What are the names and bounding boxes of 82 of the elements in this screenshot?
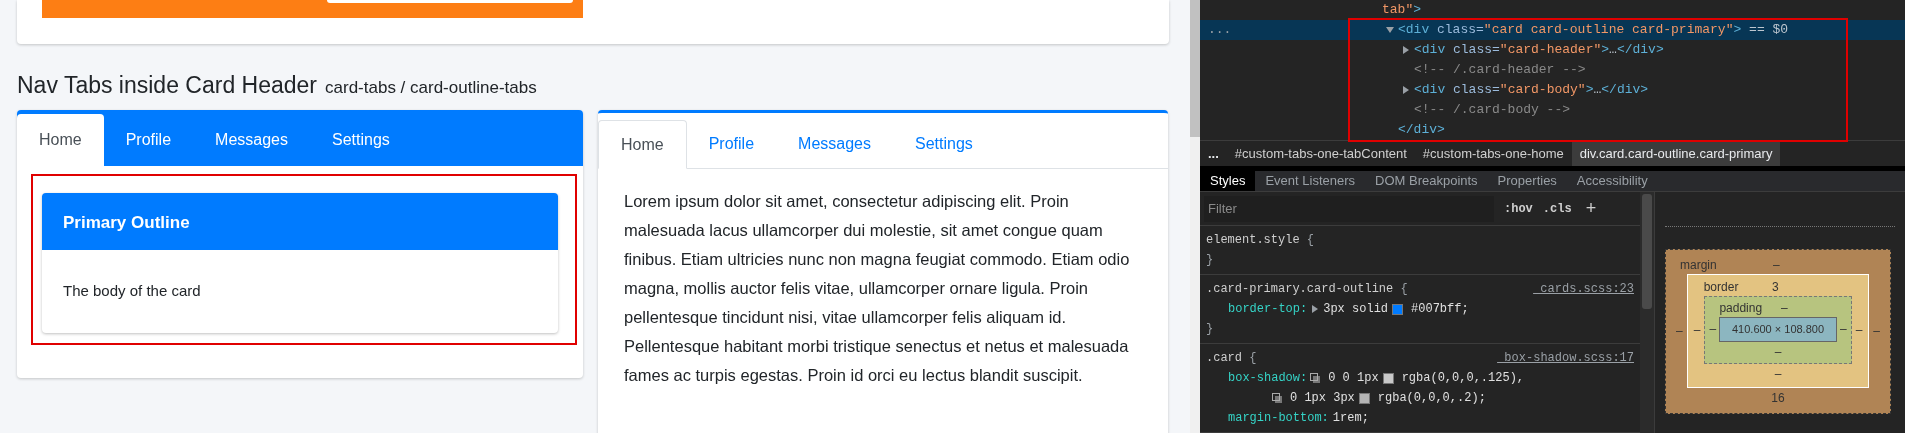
box-value: – — [1855, 322, 1863, 339]
shadow-editor-icon[interactable] — [1272, 392, 1283, 404]
color-swatch[interactable] — [1392, 303, 1404, 315]
content-size: 410.600 × 108.800 — [1719, 317, 1837, 342]
box-value: – — [1873, 322, 1880, 340]
panel-tab[interactable]: DOM Breakpoints — [1365, 171, 1488, 191]
color-swatch[interactable] — [1358, 392, 1370, 404]
css-selector: element.style { — [1206, 232, 1315, 249]
panel-tab[interactable]: Properties — [1487, 171, 1567, 191]
box-value: – — [1774, 367, 1782, 381]
dom-line[interactable]: tab"> — [1200, 0, 1905, 20]
color-swatch[interactable] — [1382, 372, 1394, 384]
expand-arrow-icon[interactable] — [1402, 86, 1410, 94]
expand-arrow-icon[interactable] — [1311, 305, 1320, 313]
box-label: margin — [1680, 257, 1717, 274]
dom-node-text: <div class="card-header">…</div> — [1414, 41, 1664, 60]
css-property: box-shadow: — [1228, 370, 1308, 387]
css-property: margin-bottom: — [1228, 410, 1329, 427]
section-title: Nav Tabs inside Card Header — [17, 71, 317, 100]
css-value: 0 0 1px — [1328, 370, 1379, 387]
source-link[interactable]: _cards.scss:23 — [1533, 279, 1634, 299]
nav-tab[interactable]: Settings — [892, 119, 995, 168]
box-value: – — [1774, 344, 1782, 359]
dom-node-text: <div class="card card-outline card-primary"> == $0 — [1398, 21, 1789, 40]
breadcrumb-item[interactable]: div.card.card-outline.card-primary — [1571, 141, 1781, 166]
closing-brace: } — [1206, 321, 1214, 338]
panel-tab[interactable]: Styles — [1200, 171, 1256, 191]
hover-state-toggle[interactable]: :hov — [1504, 199, 1533, 218]
css-property: border-top: — [1228, 301, 1308, 318]
collapse-arrow-icon[interactable] — [1386, 26, 1394, 34]
nav-tab[interactable]: Home — [598, 120, 687, 169]
css-value: 3px solid — [1323, 301, 1389, 318]
selected-marker: ... — [1208, 21, 1232, 40]
breadcrumb-item[interactable]: #custom-tabs-one-home — [1414, 141, 1572, 166]
section-subtitle: card-tabs / card-outline-tabs — [325, 77, 537, 99]
box-label: border — [1703, 279, 1739, 296]
css-value: 1rem; — [1332, 410, 1369, 427]
box-value: 3 — [1772, 279, 1779, 296]
class-toggle[interactable]: .cls — [1542, 199, 1572, 218]
box-value: – — [1781, 300, 1788, 317]
dom-node-text: tab"> — [1382, 1, 1422, 20]
css-value: 0 1px 3px — [1290, 390, 1355, 407]
dom-line[interactable]: <!-- /.card-header --> — [1200, 60, 1905, 80]
panel-tab[interactable]: Accessibility — [1566, 171, 1658, 191]
css-value: rgba(0,0,0,.2); — [1377, 390, 1486, 407]
box-label: padding — [1719, 300, 1763, 317]
dom-node-text: <!-- /.card-body --> — [1414, 101, 1571, 120]
card-title: Primary Outline — [63, 212, 190, 235]
css-selector: .card { — [1206, 350, 1257, 367]
tab-content-text: Lorem ipsum dolor sit amet, consectetur adipiscing elit. Proin malesuada lacus ullamcorper dui molestie, sit amet congue quam finibus. Etiam ultricies nunc non magna feugiat commodo. Etiam odio magna, mollis auctor felis vitae, ullamcorper ornare ligula. Proin pellentesque tincidunt nisi, vitae ullamcorper felis aliquam id. Pellentesque habitant morbi tristique senectus et netus et malesuada fames ac turpis egestas. Proin id orci eu lectus blandit suscipit. — [623, 191, 1131, 386]
box-value: – — [1709, 321, 1717, 339]
breadcrumb-item[interactable]: #custom-tabs-one-tabContent — [1226, 141, 1415, 166]
card-body-text: The body of the card — [63, 281, 201, 302]
css-value: rgba(0,0,0,.125), — [1401, 370, 1525, 387]
dom-node-text: </div> — [1398, 121, 1445, 140]
nav-tab[interactable]: Profile — [686, 119, 777, 168]
dom-line[interactable]: <!-- /.card-body --> — [1200, 100, 1905, 120]
box-value: – — [1773, 257, 1780, 274]
nav-tab[interactable]: Messages — [193, 114, 310, 166]
dom-node-text: <div class="card-body">…</div> — [1414, 81, 1649, 100]
nav-tab[interactable]: Settings — [309, 114, 412, 166]
new-rule-button[interactable]: + — [1585, 195, 1597, 222]
dom-line[interactable]: <div class="card-header">…</div> — [1200, 40, 1905, 60]
box-value: – — [1693, 322, 1701, 339]
css-value: #007bff; — [1411, 301, 1469, 318]
box-value: – — [1676, 322, 1683, 340]
nav-tab[interactable]: Messages — [776, 119, 893, 168]
nav-tab[interactable]: Profile — [103, 114, 194, 166]
css-selector: .card-primary.card-outline { — [1206, 281, 1408, 298]
nav-tab[interactable]: Home — [17, 114, 104, 166]
box-value: 16 — [1771, 390, 1785, 405]
source-link[interactable]: _box-shadow.scss:17 — [1497, 348, 1634, 368]
filter-field[interactable]: Filter — [1204, 195, 1494, 222]
box-value: – — [1839, 321, 1847, 339]
dom-line[interactable]: <div class="card-body">…</div> — [1200, 80, 1905, 100]
shadow-editor-icon[interactable] — [1310, 372, 1322, 384]
dom-node-text: <!-- /.card-header --> — [1414, 61, 1586, 80]
input-field[interactable] — [327, 0, 573, 3]
breadcrumb-item[interactable]: ... — [1200, 141, 1227, 166]
panel-tab[interactable]: Event Listeners — [1255, 171, 1365, 191]
closing-brace: } — [1206, 252, 1214, 269]
expand-arrow-icon[interactable] — [1402, 46, 1410, 54]
